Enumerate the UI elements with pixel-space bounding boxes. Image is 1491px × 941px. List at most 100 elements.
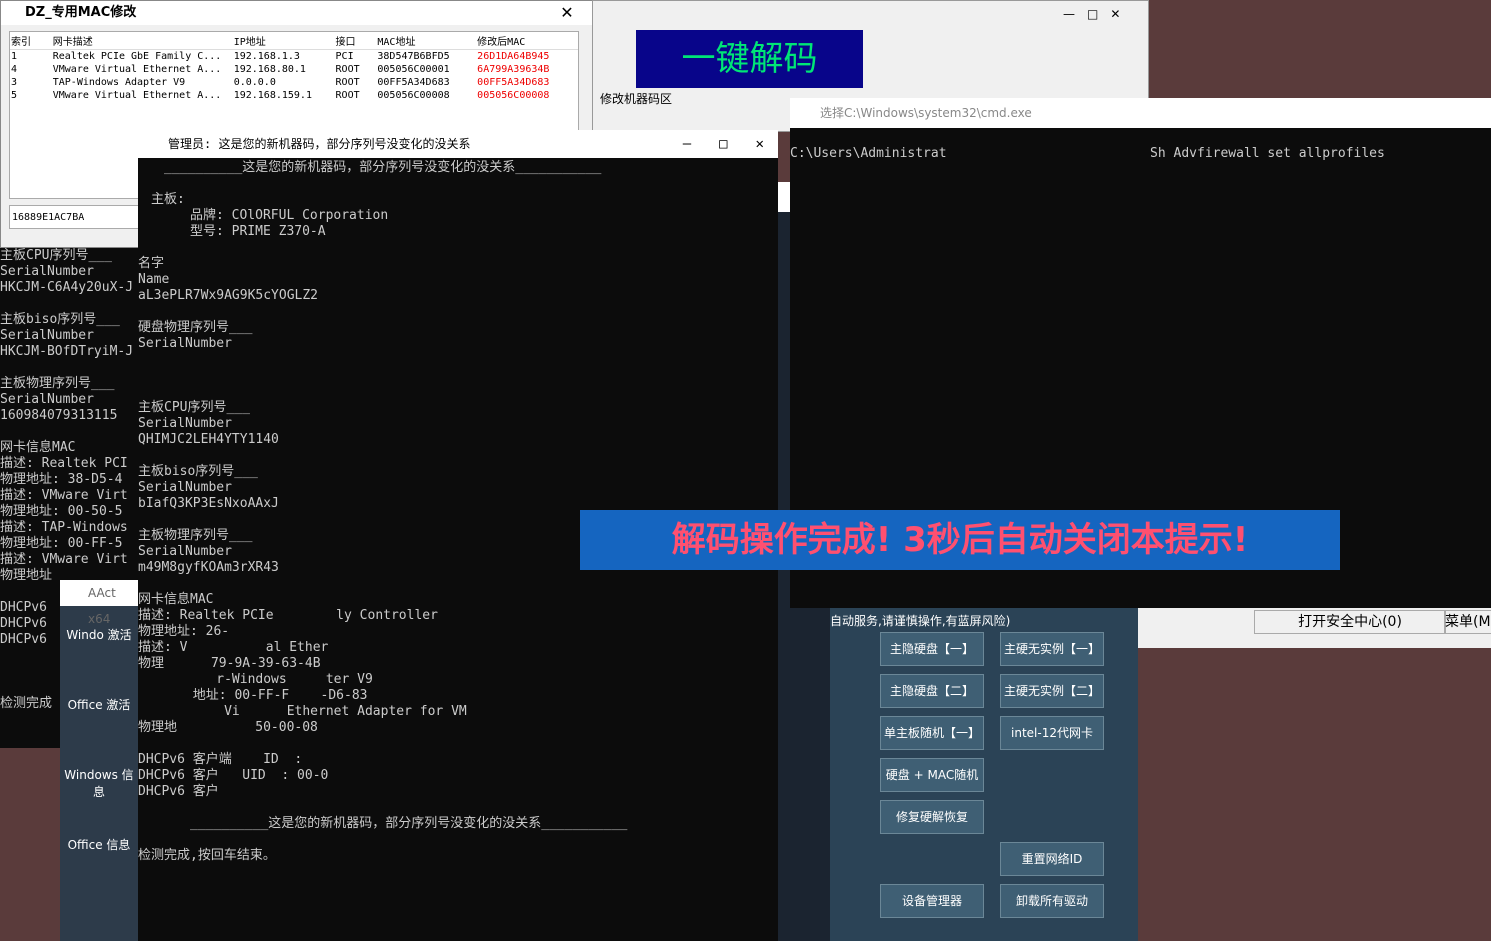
table-cell: 192.168.159.1 [233,90,312,101]
tool-button[interactable]: 重置网络ID [1000,842,1104,876]
console-line: __________这是您的新机器码，部分序列号没变化的没关系_________… [138,160,602,175]
console-line: 主板biso序列号___ [0,312,120,327]
table-cell: VMware Virtual Ethernet A... [52,64,222,75]
table-cell: 26D1DA64B945 [477,51,550,62]
column-header[interactable]: 修改后MAC [476,32,578,50]
table-cell: 192.168.1.3 [233,51,300,62]
decode-button[interactable]: 一键解码 [636,30,863,88]
console-line: aL3ePLR7Wx9AG9K5cYOGLZ2 [138,288,319,303]
table-cell: ROOT [335,77,360,88]
table-cell: 00FF5A34D683 [477,77,550,88]
table-row[interactable]: 3 TAP-Windows Adapter V9 0.0.0.0 ROOT 00FF5A… [10,76,578,89]
table-cell: 5 [11,90,18,101]
column-header[interactable]: 网卡描述 [51,32,233,50]
table-row[interactable]: 4 VMware Virtual Ethernet A... 192.168.80.… [10,63,578,76]
console-line: SerialNumber [0,392,94,407]
security-center-button[interactable]: 打开安全中心(0) [1254,610,1446,634]
console-line: DHCPv6 客户 [138,784,219,799]
console-line: 描述: TAP-Windows [0,520,128,535]
column-header[interactable]: 接口 [334,32,377,50]
column-header[interactable]: 索引 [10,32,52,50]
tool-button[interactable]: 主隐硬盘【二】 [880,674,984,708]
table-cell: Realtek PCIe GbE Family C... [52,51,222,62]
column-header[interactable]: IP地址 [232,32,335,50]
tool-button[interactable]: 硬盘 + MAC随机 [880,758,984,792]
console-line: 主板物理序列号___ [0,376,115,391]
console-line: 物理地址: 38-D5-4 [0,472,123,487]
console-line: HKCJM-BOfDTryiM-J [0,344,134,359]
tool-warning: 自动服务,请谨慎操作,有蓝屏风险) [830,614,1011,628]
done-banner: 解码操作完成! 3秒后自动关闭本提示! [580,510,1340,570]
console-line: r-Windows ter V9 [138,672,373,687]
console-line: SerialNumber [138,480,232,495]
window-controls[interactable]: — □ ✕ [1063,5,1120,22]
console-line: 描述: VMware Virt [0,488,128,503]
tool-button[interactable]: 主隐硬盘【一】 [880,632,984,666]
tool-button[interactable]: intel-12代网卡 [1000,716,1104,750]
aact-item[interactable]: Office 激活 [60,676,138,746]
tool-button[interactable]: 单主板随机【一】 [880,716,984,750]
tool-button[interactable]: 主硬无实例【二】 [1000,674,1104,708]
cmd-line: C:\Users\Administrat Sh Advfirewall set … [790,146,1385,161]
console-line: 检测完成,按回车结束。 [138,848,276,863]
console-line: 主板CPU序列号___ [138,400,250,415]
table-cell: 0.0.0.0 [233,77,276,88]
console-line: 品牌: COlORFUL Corporation [138,208,389,223]
table-row[interactable]: 5 VMware Virtual Ethernet A... 192.168.159… [10,89,578,102]
console-line: 硬盘物理序列号___ [138,320,253,335]
console-line: DHCPv6 客户 UID : 00-0 [138,768,329,783]
table-cell: 4 [11,64,18,75]
tool-button[interactable]: 卸载所有驱动 [1000,884,1104,918]
table-cell: 005056C00008 [377,90,450,101]
console-line: SerialNumber [0,264,94,279]
aact-item[interactable]: Office 信息 [60,816,138,886]
console-line: HKCJM-C6A4y20uX-J [0,280,134,295]
console-line: 描述: V al Ether [138,640,329,655]
table-cell: ROOT [335,64,360,75]
table-cell: 3 [11,77,18,88]
console-line: 网卡信息MAC [138,592,214,607]
table-row[interactable]: 1 Realtek PCIe GbE Family C... 192.168.1.3… [10,50,578,64]
console-line: 描述: VMware Virt [0,552,128,567]
close-icon[interactable]: ✕ [541,1,593,25]
aact-item[interactable]: Windows 信息 [60,746,138,816]
console-line: Name [138,272,170,287]
column-header[interactable]: MAC地址 [376,32,477,50]
console-line: SerialNumber [0,328,94,343]
aact-title: AAct x64 [60,580,138,626]
menu-button[interactable]: 菜单(M [1444,610,1491,634]
tool-panel: 自动服务,请谨慎操作,有蓝屏风险) 主隐硬盘【一】 主硬无实例【一】 主隐硬盘【二】… [830,608,1138,941]
security-bar: 打开安全中心(0) 菜单(M [1138,608,1491,648]
console-line: 地址: 00-FF-F -D6-83 [138,688,368,703]
mac-input[interactable] [9,205,139,229]
console-line: 物理地址: 26- [138,624,230,639]
console-line: 描述: Realtek PCIe ly Controller [138,608,438,623]
tool-button[interactable]: 修复硬解恢复 [880,800,984,834]
table-cell: TAP-Windows Adapter V9 [52,77,186,88]
console-line: 物理地址: 00-50-5 [0,504,123,519]
table-cell: VMware Virtual Ethernet A... [52,90,222,101]
tool-button[interactable]: 设备管理器 [880,884,984,918]
table-cell: PCI [335,51,354,62]
console-line: 名字 [138,256,165,271]
console-controls[interactable]: — □ ✕ [683,130,764,158]
console-line: DHCPv6 客户端 ID : [138,752,303,767]
console-line: Vi Ethernet Adapter for VM [138,704,467,719]
console-line: 主板: [138,192,185,207]
console-line: 描述: Realtek PCI [0,456,128,471]
tool-button[interactable]: 主硬无实例【一】 [1000,632,1104,666]
table-cell: 005056C00008 [477,90,550,101]
table-cell: 192.168.80.1 [233,64,306,75]
console-line: 物理地 50-00-08 [138,720,318,735]
